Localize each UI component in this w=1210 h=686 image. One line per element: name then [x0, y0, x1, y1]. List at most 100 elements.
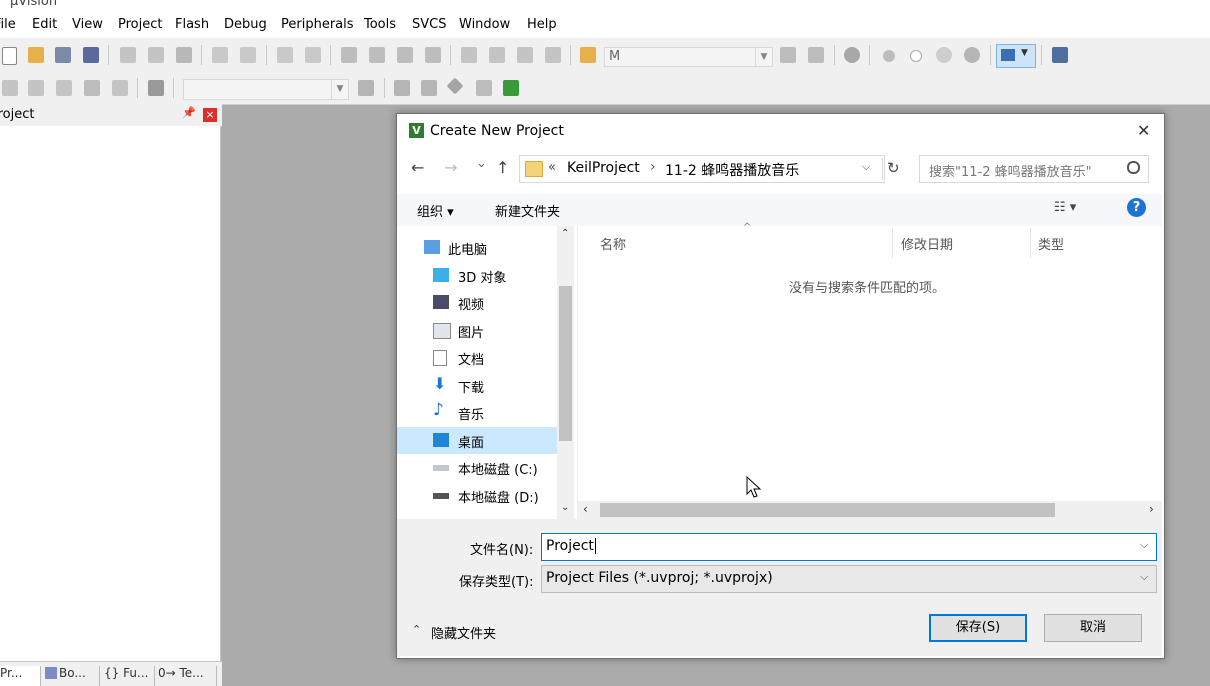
tree-item-this-pc[interactable]: 此电脑	[397, 234, 557, 261]
nav-forward-icon[interactable]	[305, 47, 321, 63]
zoom-icon[interactable]	[844, 47, 860, 63]
chevron-down-icon[interactable]: ⌵	[862, 160, 870, 174]
nav-back-icon[interactable]	[277, 47, 293, 63]
undo-icon[interactable]	[212, 47, 228, 63]
menu-peripherals[interactable]: Peripherals	[281, 17, 354, 32]
target-options-icon[interactable]	[358, 80, 374, 96]
project-tree[interactable]	[0, 126, 221, 661]
column-header-date[interactable]: 修改日期	[901, 234, 953, 253]
translate-icon[interactable]	[2, 80, 18, 96]
tree-scroll-thumb[interactable]	[559, 286, 572, 441]
new-file-icon[interactable]	[2, 47, 17, 65]
recent-locations-icon[interactable]: ⌄	[476, 156, 487, 171]
refresh-icon[interactable]: ↻	[887, 159, 900, 177]
save-button[interactable]: 保存(S)	[929, 614, 1027, 642]
download-load-icon[interactable]	[148, 80, 164, 96]
scroll-right-icon[interactable]: ›	[1149, 502, 1154, 516]
tree-item-videos[interactable]: 视频	[397, 289, 557, 316]
batch-build-icon[interactable]	[84, 80, 100, 96]
window-layout-button[interactable]: ▼	[996, 44, 1036, 68]
menu-window[interactable]: Window	[459, 17, 510, 32]
copy-icon[interactable]	[148, 47, 164, 63]
menu-project[interactable]: Project	[118, 17, 162, 32]
select-software-packs-icon[interactable]	[476, 80, 492, 96]
scroll-up-icon[interactable]: ⌃	[561, 228, 569, 239]
cancel-button[interactable]: 取消	[1044, 614, 1142, 642]
up-arrow-icon[interactable]: ↑	[496, 158, 509, 177]
build-target-combo[interactable]: ▼	[183, 79, 349, 100]
breadcrumb-current-folder[interactable]: 11-2 蜂鸣器播放音乐	[665, 160, 799, 180]
breakpoint-clear-icon[interactable]	[936, 47, 952, 63]
tree-vertical-scrollbar[interactable]: ⌃ ⌄	[557, 226, 574, 519]
column-header-type[interactable]: 类型	[1038, 234, 1064, 253]
find-icon[interactable]	[780, 47, 796, 63]
column-divider[interactable]	[1030, 228, 1031, 258]
tree-item-downloads[interactable]: ⬇ 下载	[397, 372, 557, 399]
tree-item-3d-objects[interactable]: 3D 对象	[397, 262, 557, 289]
bookmark-next-icon[interactable]	[397, 47, 413, 63]
stop-build-icon[interactable]	[112, 80, 128, 96]
pack-installer-icon[interactable]	[446, 77, 464, 95]
filename-input[interactable]: Project ⌵	[541, 533, 1157, 561]
save-icon[interactable]	[55, 47, 71, 63]
tab-project[interactable]: Pr...	[0, 666, 41, 686]
filetype-select[interactable]: Project Files (*.uvproj; *.uvprojx) ⌵	[541, 565, 1157, 593]
file-list[interactable]: ^ 名称 修改日期 类型 没有与搜索条件匹配的项。	[577, 222, 1163, 519]
forward-arrow-icon[interactable]: →	[444, 158, 457, 177]
uncomment-icon[interactable]	[545, 47, 561, 63]
chevron-down-icon[interactable]: ⌵	[1140, 538, 1148, 552]
tab-books[interactable]: Bo...	[45, 666, 100, 686]
search-input[interactable]: 搜索"11-2 蜂鸣器播放音乐"	[919, 155, 1149, 183]
find-in-files-icon[interactable]	[580, 47, 596, 63]
chevron-up-icon[interactable]: ⌃	[412, 623, 421, 636]
menu-edit[interactable]: Edit	[32, 17, 57, 32]
breakpoint-icon[interactable]	[883, 50, 895, 62]
tree-item-documents[interactable]: 文档	[397, 344, 557, 371]
configure-wrench-icon[interactable]	[1052, 47, 1068, 63]
unindent-icon[interactable]	[489, 47, 505, 63]
menu-flash[interactable]: Flash	[175, 17, 209, 32]
menu-debug[interactable]: Debug	[224, 17, 267, 32]
build-icon[interactable]	[28, 80, 44, 96]
organize-button[interactable]: 组织 ▾	[417, 201, 454, 220]
rebuild-icon[interactable]	[56, 80, 72, 96]
file-list-horizontal-scrollbar[interactable]: ‹ ›	[577, 501, 1162, 519]
close-icon[interactable]: ×	[203, 108, 217, 122]
redo-icon[interactable]	[240, 47, 256, 63]
tree-item-drive-d[interactable]: 本地磁盘 (D:)	[397, 482, 557, 509]
menu-tools[interactable]: Tools	[364, 17, 396, 32]
address-bar[interactable]: « KeilProject › 11-2 蜂鸣器播放音乐 ⌵ ↻	[519, 155, 900, 183]
indent-icon[interactable]	[461, 47, 477, 63]
back-arrow-icon[interactable]: ←	[411, 158, 424, 177]
breadcrumb-keilproject[interactable]: KeilProject	[567, 160, 640, 176]
tab-functions[interactable]: {} Fu...	[104, 666, 155, 686]
column-divider[interactable]	[892, 228, 893, 258]
tree-item-pictures[interactable]: 图片	[397, 317, 557, 344]
view-options-icon[interactable]: ☷ ▾	[1054, 200, 1076, 215]
search-icon[interactable]	[1127, 161, 1140, 174]
scroll-down-icon[interactable]: ⌄	[561, 502, 569, 513]
menu-svcs[interactable]: SVCS	[412, 17, 446, 32]
comment-icon[interactable]	[517, 47, 533, 63]
manage-components-icon[interactable]	[394, 80, 410, 96]
tab-templates[interactable]: 0→ Te...	[158, 666, 217, 686]
replace-icon[interactable]	[808, 47, 824, 63]
file-list-scroll-thumb[interactable]	[600, 503, 1055, 517]
cut-icon[interactable]	[120, 47, 136, 63]
scroll-left-icon[interactable]: ‹	[583, 502, 588, 516]
menu-view[interactable]: View	[72, 17, 103, 32]
tree-item-music[interactable]: ♪ 音乐	[397, 399, 557, 426]
bookmark-prev-icon[interactable]	[369, 47, 385, 63]
file-extensions-icon[interactable]	[421, 80, 437, 96]
bookmark-icon[interactable]	[341, 47, 357, 63]
paste-icon[interactable]	[176, 47, 192, 63]
open-folder-icon[interactable]	[28, 47, 44, 63]
tree-item-drive-c[interactable]: 本地磁盘 (C:)	[397, 454, 557, 481]
breakpoint-disable-icon[interactable]	[910, 50, 922, 62]
help-icon[interactable]: ?	[1127, 198, 1146, 217]
breadcrumb-overflow[interactable]: «	[548, 160, 556, 175]
new-folder-button[interactable]: 新建文件夹	[495, 201, 560, 220]
target-combo[interactable]: M ▼	[604, 47, 773, 67]
run-time-environment-icon[interactable]	[503, 80, 519, 96]
tree-item-desktop[interactable]: 桌面	[397, 427, 557, 454]
